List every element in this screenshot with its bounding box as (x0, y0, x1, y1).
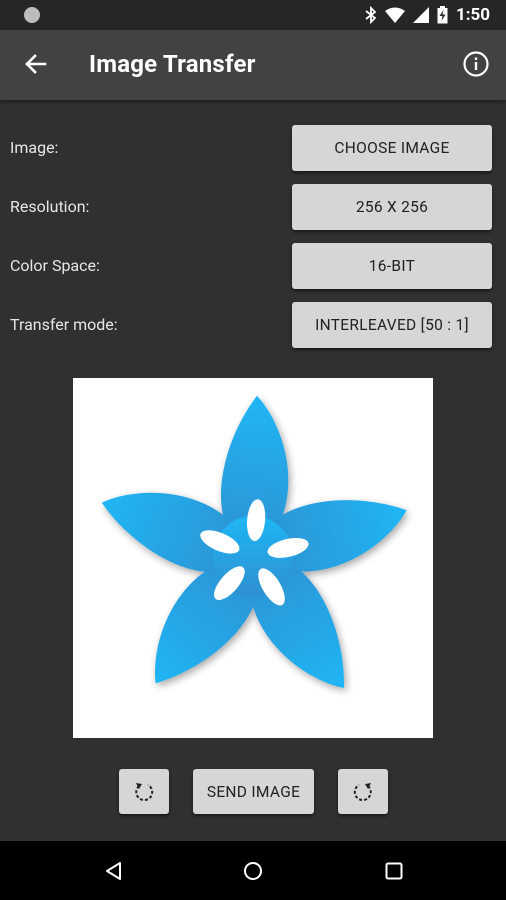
rotate-left-button[interactable] (119, 769, 169, 814)
home-circle-icon[interactable] (243, 861, 263, 881)
color-space-label: Color Space: (10, 256, 100, 275)
system-nav-bar (0, 841, 506, 900)
status-bar: 1:50 (0, 0, 506, 30)
image-preview (73, 378, 433, 738)
resolution-button[interactable]: 256 X 256 (292, 184, 492, 230)
arrow-back-icon[interactable] (22, 50, 50, 78)
resolution-row: Resolution: 256 X 256 (0, 184, 506, 230)
rotate-right-button[interactable] (338, 769, 388, 814)
notification-dot-icon (24, 7, 40, 23)
choose-image-button[interactable]: CHOOSE IMAGE (292, 125, 492, 171)
rotate-right-icon (353, 782, 372, 801)
info-icon[interactable] (462, 50, 490, 78)
back-triangle-icon[interactable] (104, 861, 124, 881)
adafruit-flower-logo (101, 395, 407, 688)
transfer-mode-row: Transfer mode: INTERLEAVED [50 : 1] (0, 302, 506, 348)
image-label: Image: (10, 138, 59, 157)
status-icons: 1:50 (365, 5, 490, 25)
image-row: Image: CHOOSE IMAGE (0, 125, 506, 171)
recents-square-icon[interactable] (384, 861, 404, 881)
app-bar: Image Transfer (0, 30, 506, 100)
page-title: Image Transfer (89, 50, 256, 78)
signal-icon (412, 7, 429, 23)
transfer-mode-button[interactable]: INTERLEAVED [50 : 1] (292, 302, 492, 348)
battery-icon (437, 6, 448, 24)
status-time: 1:50 (455, 5, 490, 25)
send-image-button[interactable]: SEND IMAGE (193, 769, 314, 814)
color-space-button[interactable]: 16-BIT (292, 243, 492, 289)
resolution-label: Resolution: (10, 197, 90, 216)
transfer-mode-label: Transfer mode: (10, 315, 118, 334)
color-space-row: Color Space: 16-BIT (0, 243, 506, 289)
wifi-icon (384, 7, 405, 23)
rotate-left-icon (135, 782, 154, 801)
bluetooth-icon (365, 6, 377, 24)
